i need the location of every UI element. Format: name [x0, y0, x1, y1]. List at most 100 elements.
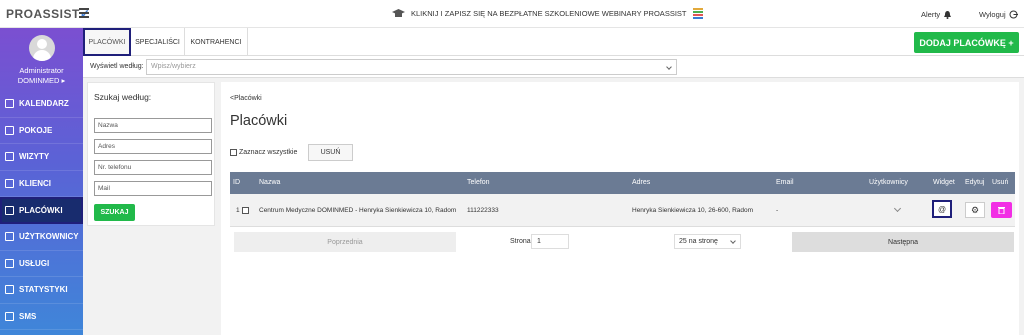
announcement-text: KLIKNIJ I ZAPISZ SIĘ NA BEZPŁATNE SZKOLE…: [411, 9, 687, 18]
col-email[interactable]: Email: [776, 179, 794, 186]
search-button[interactable]: SZUKAJ: [94, 204, 135, 221]
pagination: Poprzednia Strona 1 25 na stronę Następn…: [230, 231, 1015, 253]
grid-icon: [5, 258, 14, 268]
page-input[interactable]: 1: [531, 234, 569, 249]
widget-button[interactable]: @: [932, 200, 952, 218]
content-panel: <Placówki Placówki Zaznacz wszystkie USU…: [221, 82, 1019, 335]
trash-icon: [998, 207, 1005, 214]
sidebar-item-rooms[interactable]: POKOJE: [0, 118, 83, 145]
books-icon: [692, 8, 703, 19]
col-edit: Edytuj: [965, 179, 985, 186]
webinar-announcement[interactable]: KLIKNIJ I ZAPISZ SIĘ NA BEZPŁATNE SZKOLE…: [392, 8, 703, 19]
add-facility-button[interactable]: DODAJ PLACÓWKĘ +: [914, 32, 1019, 53]
sidebar-item-facilities[interactable]: PLACÓWKI: [0, 197, 83, 224]
users-icon: [5, 179, 14, 189]
sidebar-item-calendar[interactable]: KALENDARZ: [0, 91, 83, 118]
sidebar-item-label: UŻYTKOWNICY: [19, 232, 79, 242]
building-icon: [5, 205, 14, 215]
col-name[interactable]: Nazwa: [259, 179, 280, 186]
users-dropdown-chevron-icon[interactable]: [893, 204, 902, 213]
tab-facilities[interactable]: PLACÓWKI: [83, 28, 131, 56]
filter-select[interactable]: Wpisz/wybierz: [146, 59, 677, 75]
user-role: Administrator: [19, 66, 64, 75]
main-area: PLACÓWKI SPECJALIŚCI KONTRAHENCI DODAJ P…: [83, 28, 1024, 335]
top-bar: PROASSIST✓ KLIKNIJ I ZAPISZ SIĘ NA BEZPŁ…: [0, 0, 1024, 28]
row-email: -: [776, 207, 779, 214]
per-page-value: 25 na stronę: [679, 238, 718, 245]
user-icon: [5, 232, 14, 242]
alerts-button[interactable]: Alerty: [921, 10, 952, 19]
col-id[interactable]: ID: [233, 179, 240, 186]
col-delete: Usuń: [992, 179, 1009, 186]
filter-placeholder: Wpisz/wybierz: [151, 63, 196, 70]
row-id: 1: [236, 207, 240, 214]
delete-selected-button[interactable]: USUŃ: [308, 144, 353, 161]
sidebar-item-label: USŁUGI: [19, 258, 50, 268]
select-all-label: Zaznacz wszystkie: [239, 149, 298, 156]
sidebar-item-statistics[interactable]: STATYSTYKI: [0, 277, 83, 304]
sidebar-item-visits[interactable]: WIZYTY: [0, 144, 83, 171]
col-phone[interactable]: Telefon: [467, 179, 490, 186]
logo[interactable]: PROASSIST✓: [6, 7, 90, 21]
tab-specialists[interactable]: SPECJALIŚCI: [131, 28, 185, 56]
sidebar-item-label: SMS: [19, 312, 37, 322]
col-widget: Widget: [933, 179, 955, 186]
sidebar-item-label: PLACÓWKI: [19, 205, 63, 215]
logout-icon: [1009, 10, 1018, 19]
table-header: ID Nazwa Telefon Adres Email Użytkownicy…: [230, 172, 1015, 194]
tab-contractors[interactable]: KONTRAHENCI: [185, 28, 248, 56]
logo-text: PROASSIST: [6, 7, 80, 21]
phone-field[interactable]: Nr. telefonu: [94, 160, 212, 175]
breadcrumb[interactable]: <Placówki: [230, 95, 262, 102]
sidebar-item-clients[interactable]: KLIENCI: [0, 171, 83, 198]
row-name: Centrum Medyczne DOMINMED - Henryka Sien…: [259, 207, 457, 214]
widget-icon: @: [937, 204, 947, 214]
prev-page-button[interactable]: Poprzednia: [234, 232, 456, 252]
col-users[interactable]: Użytkownicy: [869, 179, 908, 186]
filter-bar: Wyświetl według: Wpisz/wybierz: [83, 56, 1024, 78]
per-page-select[interactable]: 25 na stronę: [674, 234, 741, 249]
tab-bar: PLACÓWKI SPECJALIŚCI KONTRAHENCI DODAJ P…: [83, 28, 1024, 56]
room-icon: [5, 125, 14, 135]
logout-button[interactable]: Wyloguj: [979, 10, 1018, 19]
chevron-down-icon: [730, 238, 736, 244]
sidebar-item-users[interactable]: UŻYTKOWNICY: [0, 224, 83, 251]
search-title: Szukaj według:: [94, 92, 152, 102]
avatar[interactable]: [29, 35, 55, 61]
menu-icon[interactable]: [79, 8, 89, 18]
graduation-cap-icon: [392, 8, 405, 17]
col-address[interactable]: Adres: [632, 179, 650, 186]
sidebar-item-label: POKOJE: [19, 125, 53, 135]
sidebar-item-sms[interactable]: SMS: [0, 304, 83, 331]
sidebar-item-label: STATYSTYKI: [19, 285, 68, 295]
filter-label: Wyświetl według:: [90, 63, 144, 70]
select-all[interactable]: Zaznacz wszystkie: [230, 149, 297, 156]
row-address: Henryka Sienkiewicza 10, 26-600, Radom: [632, 207, 754, 214]
row-checkbox[interactable]: [242, 207, 249, 214]
phone-icon: [5, 312, 14, 322]
chart-icon: [5, 285, 14, 295]
row-phone: 111222333: [467, 207, 499, 214]
edit-button[interactable]: ⚙: [965, 202, 985, 218]
sidebar-item-label: WIZYTY: [19, 152, 50, 162]
address-field[interactable]: Adres: [94, 139, 212, 154]
bell-icon: [944, 10, 952, 19]
company-switcher[interactable]: DOMINMED ▸: [0, 76, 83, 85]
chevron-down-icon: [666, 64, 672, 70]
table-row[interactable]: 1 Centrum Medyczne DOMINMED - Henryka Si…: [230, 194, 1015, 227]
alerts-label: Alerty: [921, 10, 941, 19]
name-field[interactable]: Nazwa: [94, 118, 212, 133]
mail-field[interactable]: Mail: [94, 181, 212, 196]
sidebar-item-label: KALENDARZ: [19, 99, 69, 109]
sidebar-item-services[interactable]: USŁUGI: [0, 251, 83, 278]
sidebar-item-label: KLIENCI: [19, 179, 51, 189]
page-title: Placówki: [230, 113, 288, 129]
gear-icon: ⚙: [970, 204, 980, 215]
logout-label: Wyloguj: [979, 10, 1006, 19]
page-label: Strona: [510, 238, 531, 245]
sidebar-nav: KALENDARZ POKOJE WIZYTY KLIENCI PLACÓWKI…: [0, 91, 83, 331]
delete-button[interactable]: [991, 202, 1012, 218]
select-all-checkbox[interactable]: [230, 149, 237, 156]
sidebar: Administrator DOMINMED ▸ KALENDARZ POKOJ…: [0, 28, 83, 335]
next-page-button[interactable]: Następna: [792, 232, 1014, 252]
